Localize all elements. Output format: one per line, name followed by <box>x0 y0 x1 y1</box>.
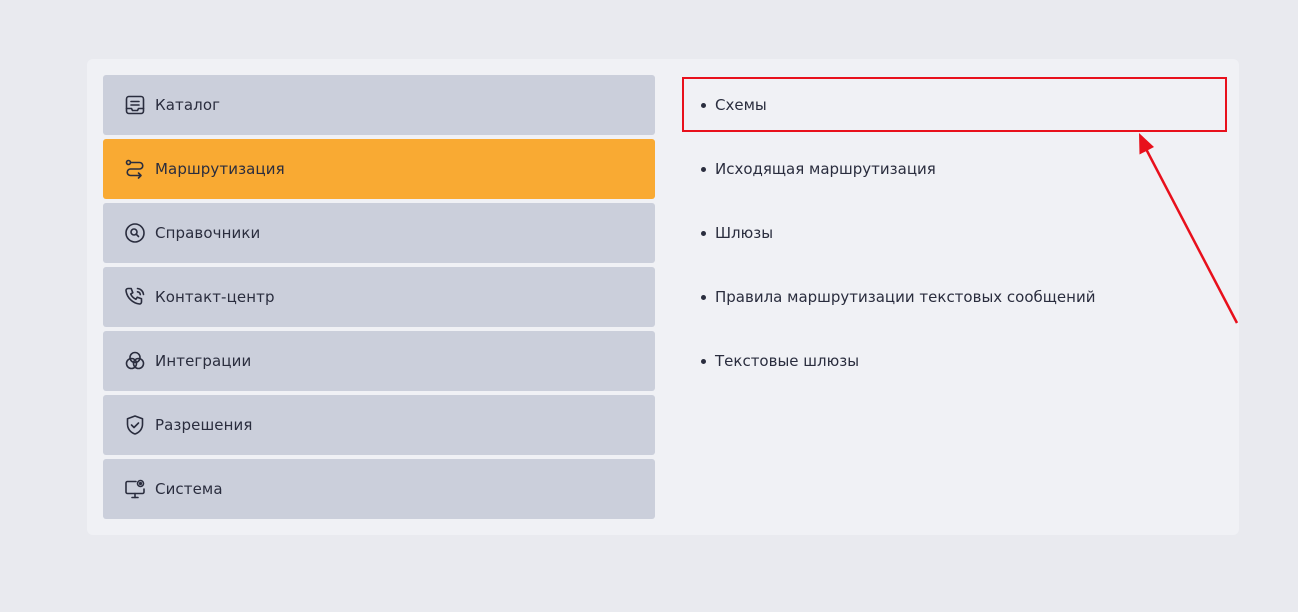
integrations-icon <box>124 350 146 372</box>
submenu-item-text-gateways[interactable]: Текстовые шлюзы <box>683 331 1223 391</box>
submenu-item-text-routing-rules[interactable]: Правила маршрутизации текстовых сообщени… <box>683 267 1223 327</box>
menu-item-label: Контакт-центр <box>155 288 275 306</box>
menu-item-permissions[interactable]: Разрешения <box>103 395 655 455</box>
search-circle-icon <box>124 222 146 244</box>
submenu-item-outbound-routing[interactable]: Исходящая маршрутизация <box>683 139 1223 199</box>
submenu-item-gateways[interactable]: Шлюзы <box>683 203 1223 263</box>
menu-item-catalog[interactable]: Каталог <box>103 75 655 135</box>
bullet-icon <box>701 166 706 172</box>
submenu-item-label: Исходящая маршрутизация <box>715 160 936 178</box>
bullet-icon <box>701 102 706 108</box>
main-menu: Каталог Маршрутизация Справочники Контак… <box>103 75 655 523</box>
menu-item-label: Система <box>155 480 223 498</box>
menu-item-routing[interactable]: Маршрутизация <box>103 139 655 199</box>
catalog-icon <box>124 94 146 116</box>
settings-panel: Каталог Маршрутизация Справочники Контак… <box>87 59 1239 535</box>
monitor-icon <box>124 478 146 500</box>
bullet-icon <box>701 230 706 236</box>
menu-item-integrations[interactable]: Интеграции <box>103 331 655 391</box>
submenu-item-label: Правила маршрутизации текстовых сообщени… <box>715 288 1096 306</box>
shield-check-icon <box>124 414 146 436</box>
menu-item-directories[interactable]: Справочники <box>103 203 655 263</box>
menu-item-label: Разрешения <box>155 416 253 434</box>
submenu-item-label: Текстовые шлюзы <box>715 352 860 370</box>
routing-icon <box>124 158 146 180</box>
menu-item-system[interactable]: Система <box>103 459 655 519</box>
menu-item-label: Интеграции <box>155 352 252 370</box>
phone-icon <box>124 286 146 308</box>
bullet-icon <box>701 358 706 364</box>
menu-item-label: Маршрутизация <box>155 160 285 178</box>
submenu-item-label: Схемы <box>715 96 767 114</box>
submenu-item-schemes[interactable]: Схемы <box>683 75 1223 135</box>
submenu-item-label: Шлюзы <box>715 224 774 242</box>
menu-item-contact-center[interactable]: Контакт-центр <box>103 267 655 327</box>
menu-item-label: Каталог <box>155 96 221 114</box>
routing-submenu: Схемы Исходящая маршрутизация Шлюзы Прав… <box>683 75 1223 395</box>
menu-item-label: Справочники <box>155 224 261 242</box>
bullet-icon <box>701 294 706 300</box>
